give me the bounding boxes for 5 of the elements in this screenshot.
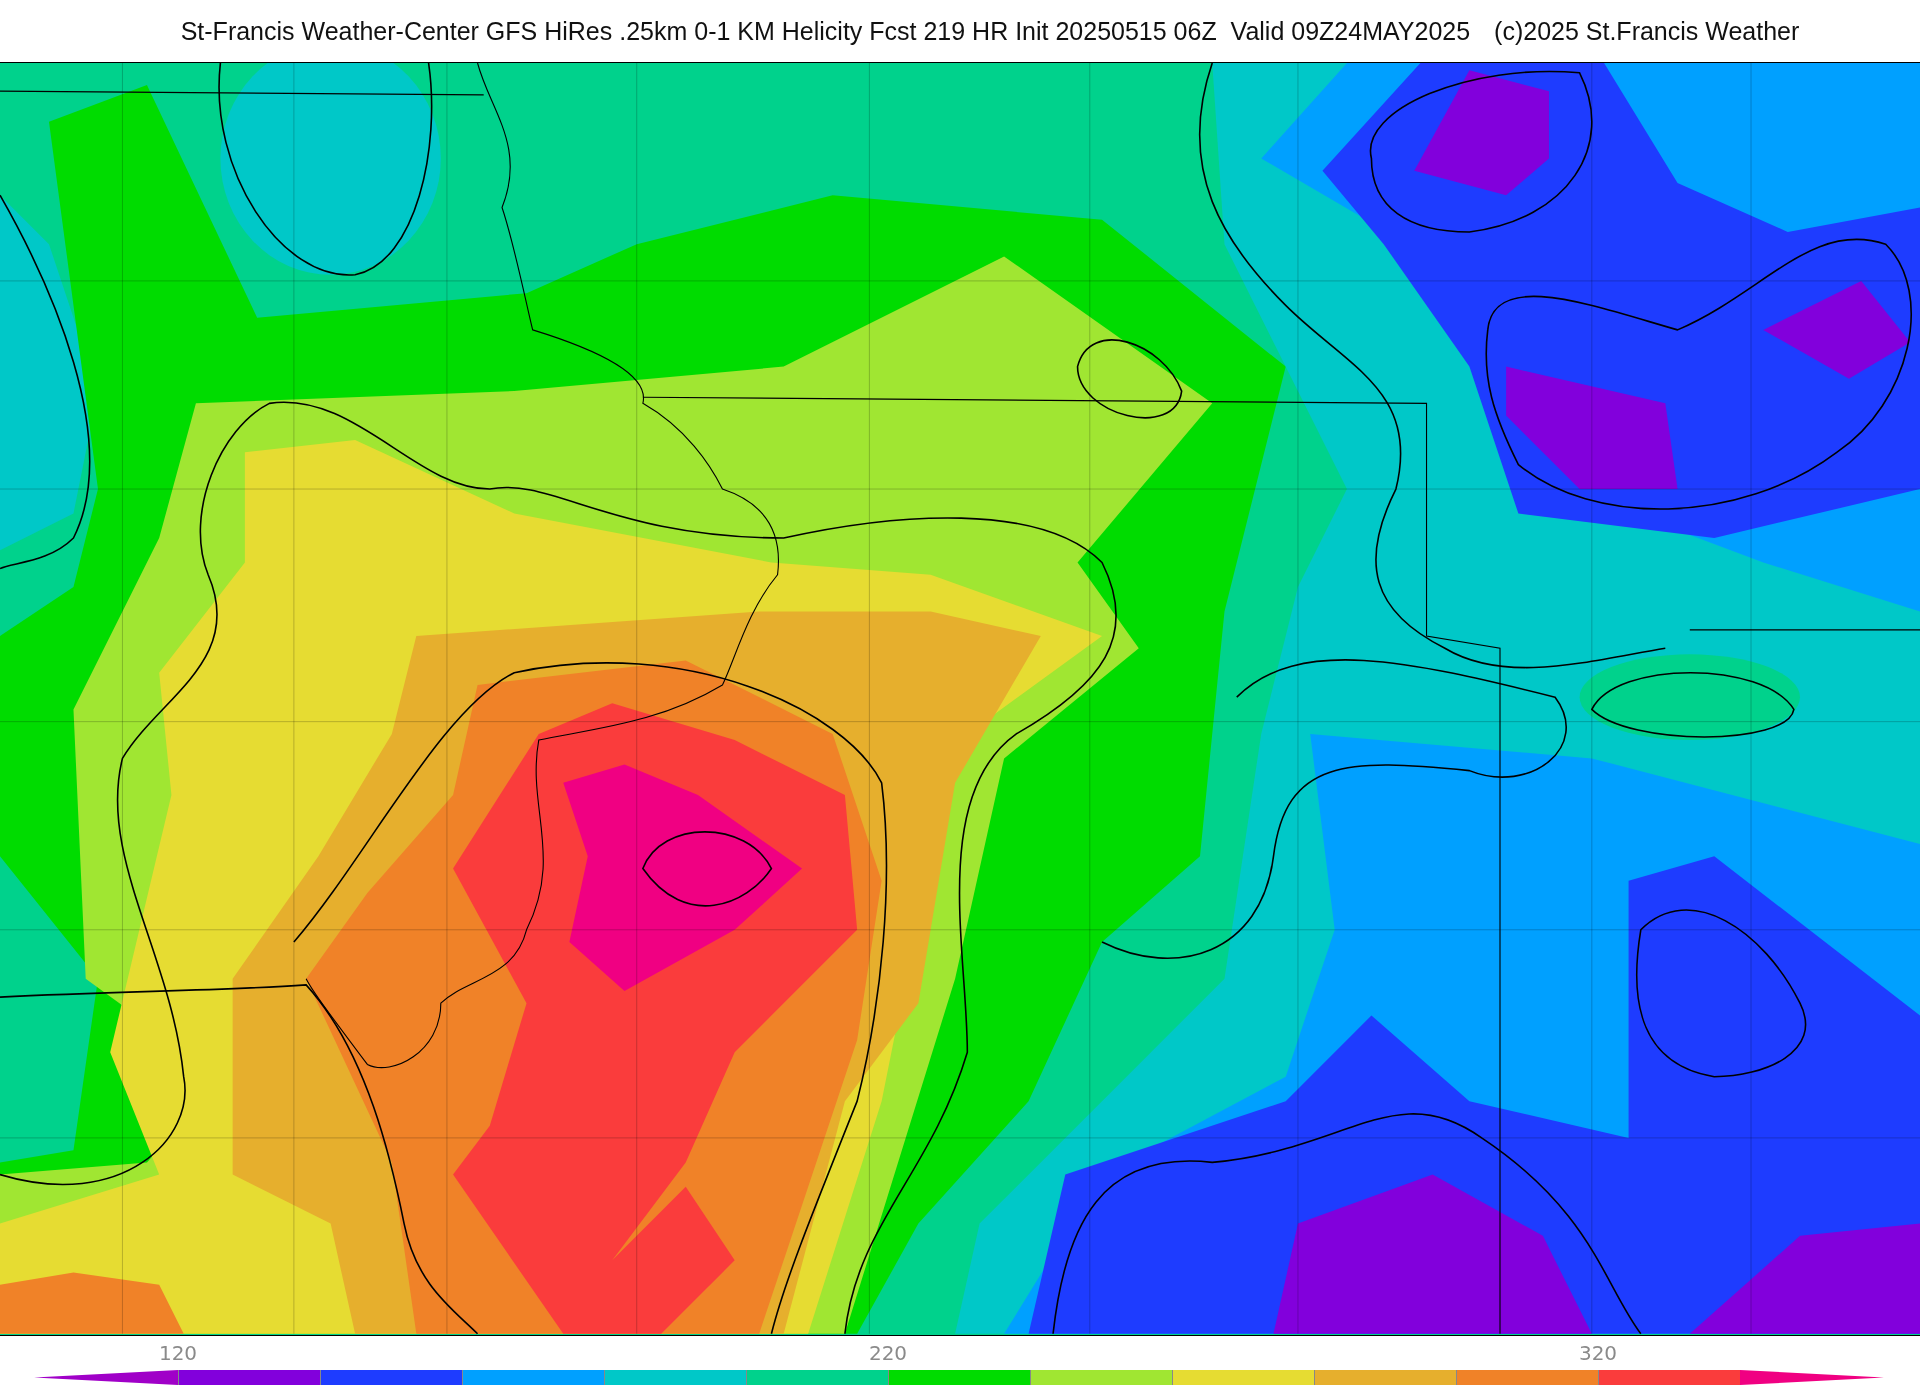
- colorbar-label: 220: [868, 1341, 908, 1365]
- copyright-text: (c)2025 St.Francis Weather: [1494, 16, 1800, 46]
- colorbar-label: 320: [1578, 1341, 1618, 1365]
- colorbar-label: 120: [158, 1341, 198, 1365]
- map-title: St-Francis Weather-Center GFS HiRes .25km 0-1 KM Helicity Fcst 219 HR Init 20250515 06Z Valid 09Z24MAY2025: [180, 16, 1471, 46]
